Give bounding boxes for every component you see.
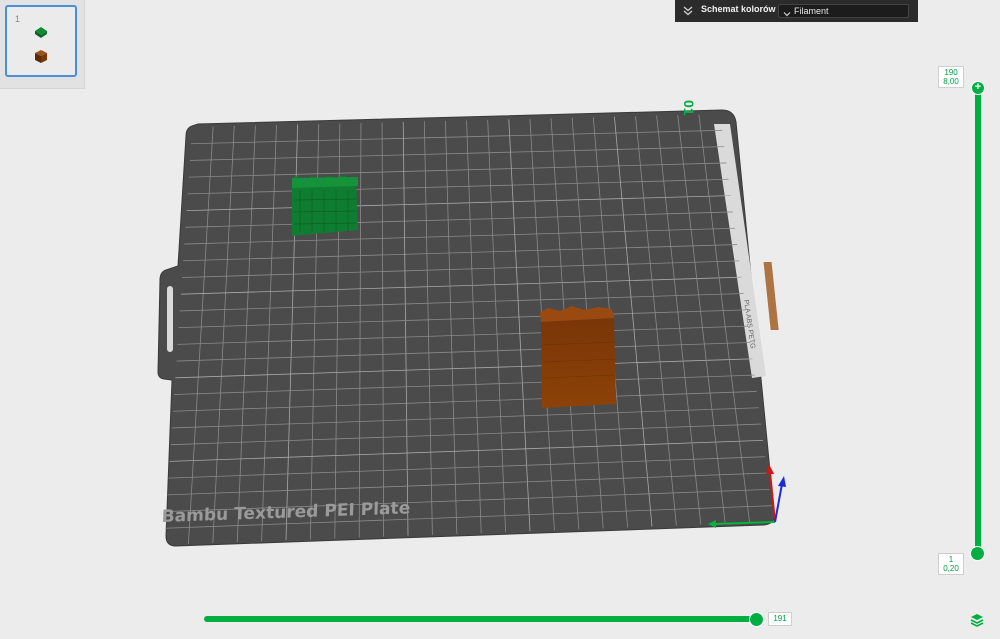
layer-slider-top-handle[interactable]: + (971, 81, 985, 95)
layer-top-label: 190 8,00 (938, 66, 964, 88)
layers-icon[interactable] (969, 612, 985, 633)
green-object[interactable] (292, 175, 358, 236)
top-layer-number: 190 (944, 68, 958, 77)
bottom-layer-number: 1 (948, 555, 954, 564)
layer-range-slider[interactable] (975, 88, 981, 553)
move-slider-value: 191 (768, 612, 792, 626)
plate-index-label: 01 (681, 100, 697, 116)
layer-bottom-label: 1 0,20 (938, 553, 964, 575)
move-slider[interactable] (204, 616, 757, 622)
plate-side-brown-mark (763, 262, 779, 330)
plate-handle (167, 286, 173, 352)
brown-object[interactable] (540, 306, 616, 408)
top-layer-height: 8,00 (943, 77, 959, 86)
layer-slider-bottom-handle[interactable] (970, 546, 985, 561)
bottom-layer-height: 0,20 (943, 564, 959, 573)
move-slider-handle[interactable] (749, 612, 764, 627)
plus-icon: + (974, 81, 982, 93)
3d-viewport[interactable]: PLA ABS PETG Bambu Textured PEI Plate 01 (0, 0, 1000, 639)
